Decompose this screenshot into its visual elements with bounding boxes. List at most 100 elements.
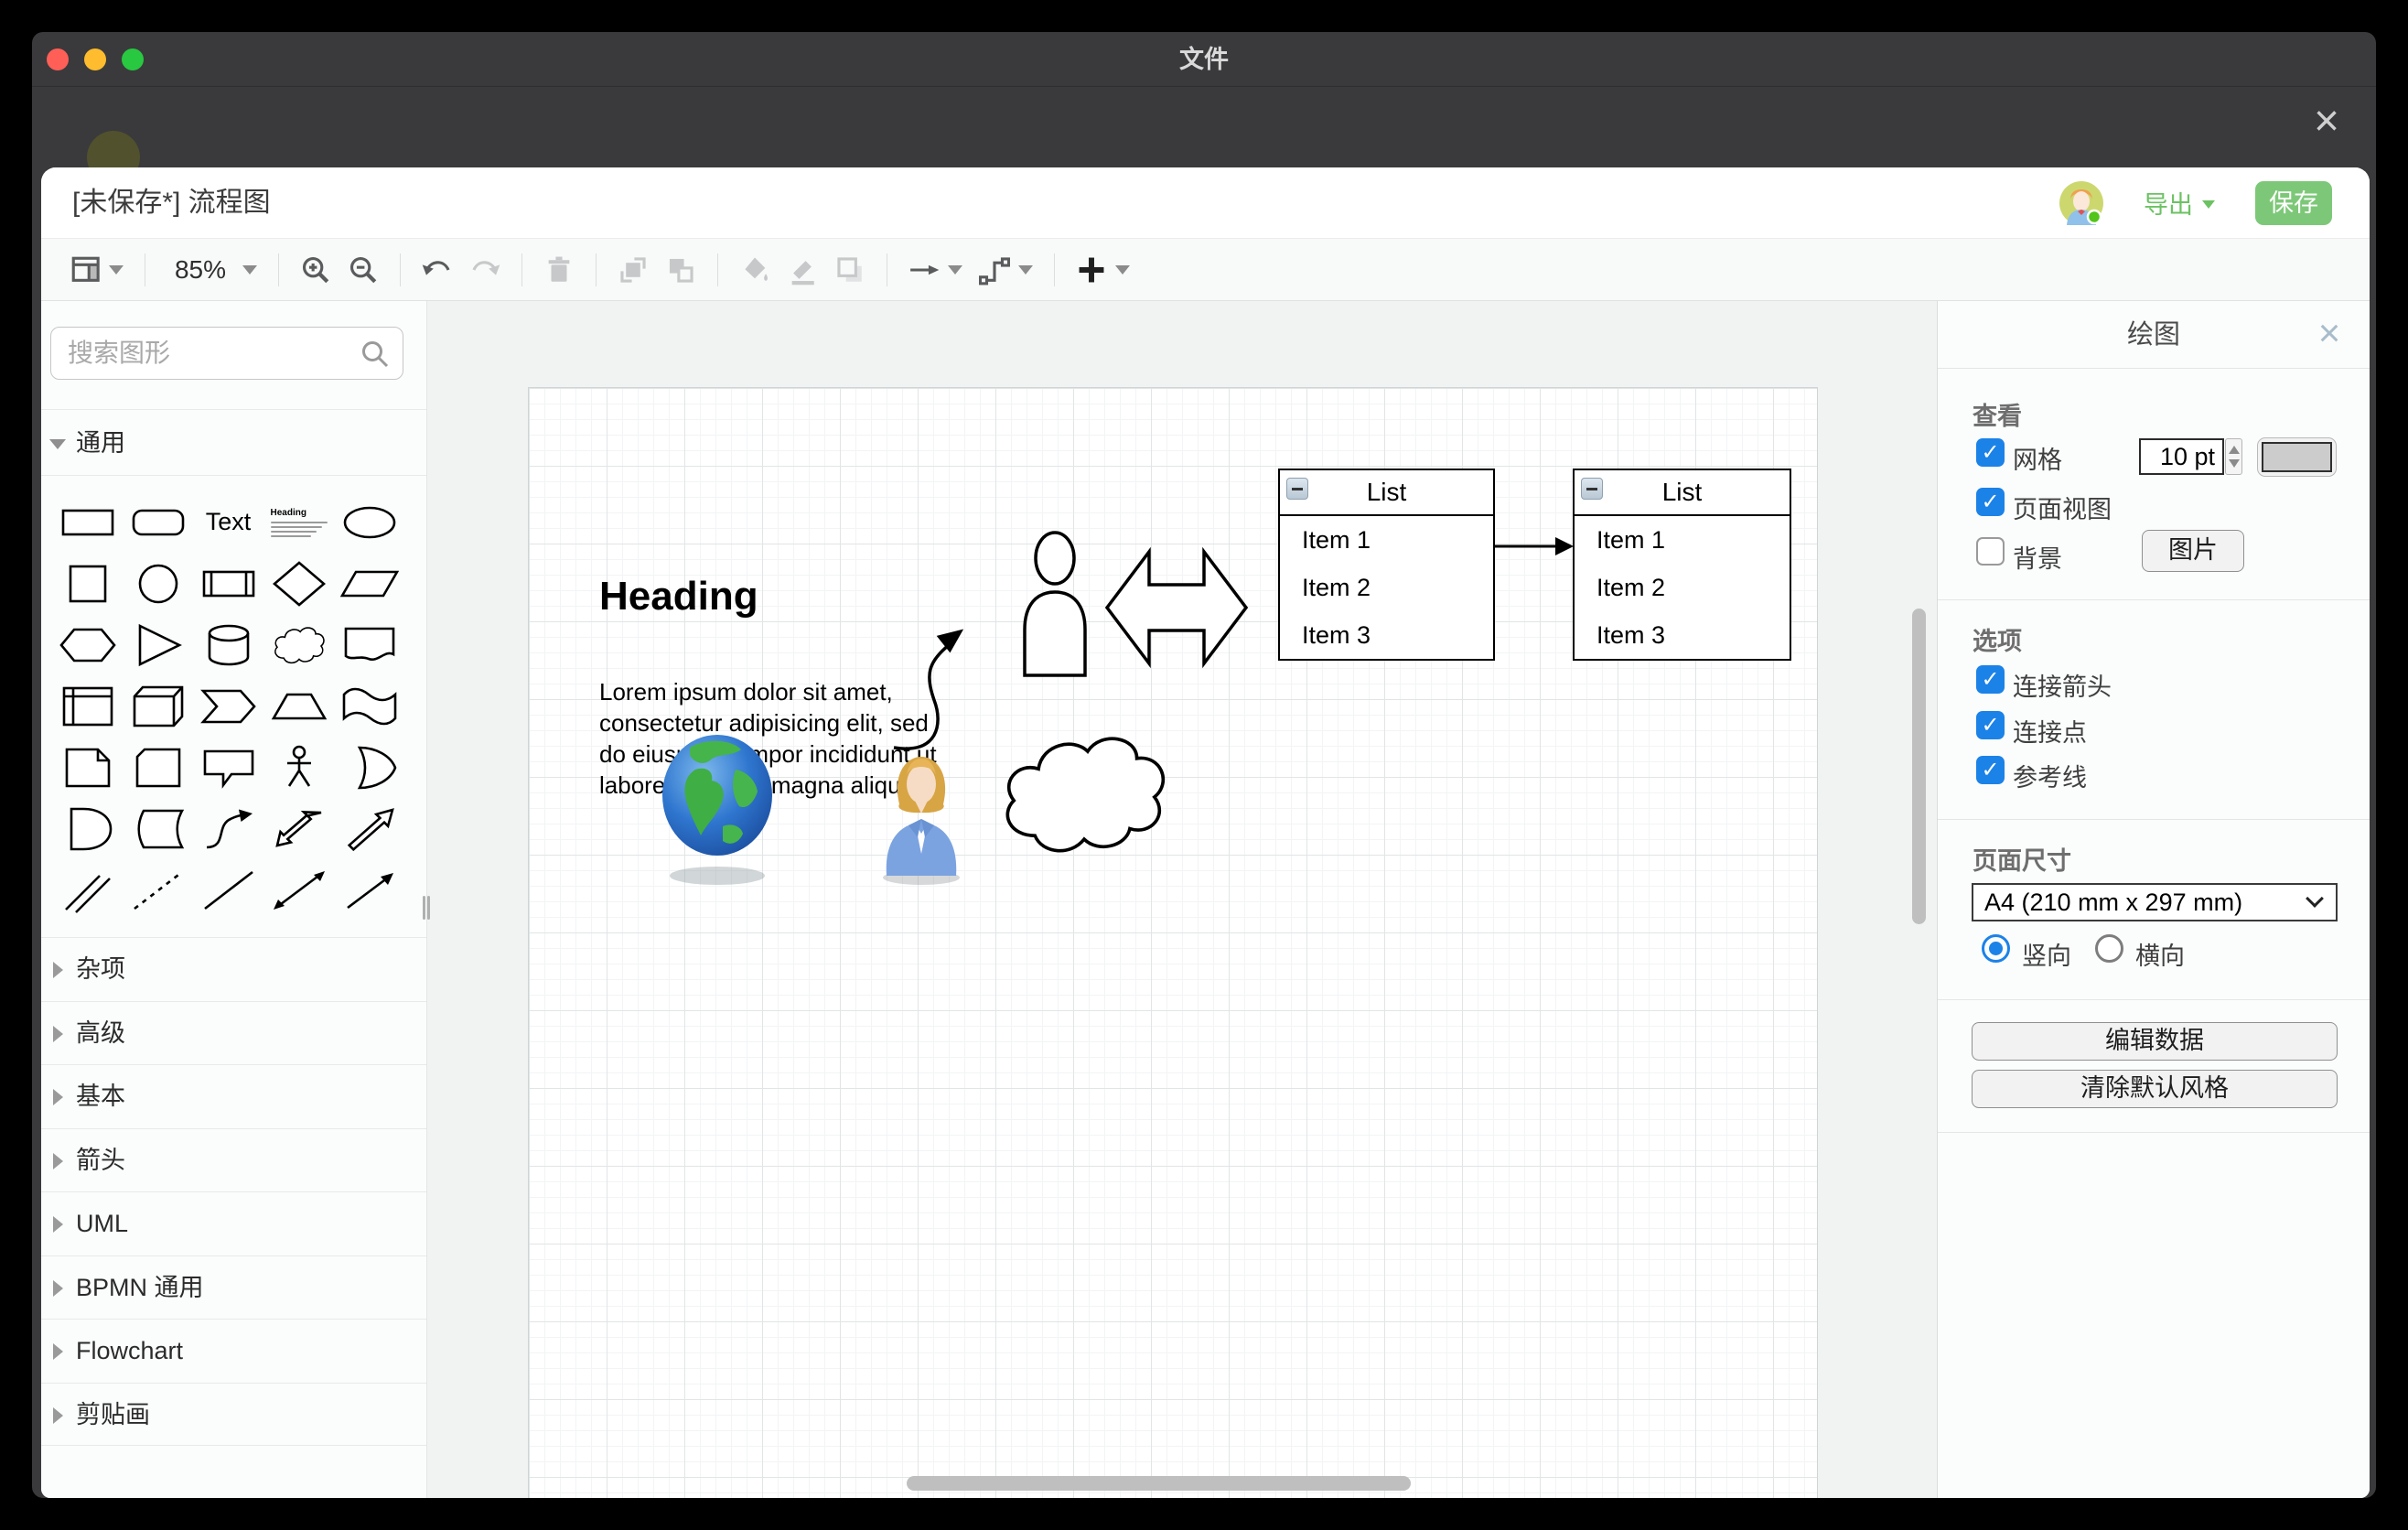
list-item[interactable]: Item 1 (1575, 516, 1790, 564)
list-item[interactable]: Item 3 (1280, 611, 1493, 659)
list-shape[interactable]: ListItem 1Item 2Item 3 (1573, 469, 1791, 661)
shape-or[interactable] (338, 741, 402, 794)
shape-actor[interactable] (267, 741, 331, 794)
sidebar-section-general[interactable]: 通用 (41, 409, 426, 476)
woman-clipart[interactable] (874, 746, 969, 887)
shape-cylinder[interactable] (197, 619, 261, 672)
curved-arrow-shape[interactable] (881, 614, 991, 760)
panel-close-icon[interactable]: × (2309, 312, 2349, 352)
double-arrow-shape[interactable] (1104, 532, 1249, 684)
sidebar-section-杂项[interactable]: 杂项 (41, 937, 426, 1001)
page-view-button[interactable] (70, 254, 124, 286)
vertical-scrollbar[interactable] (1912, 609, 1926, 924)
edit-data-button[interactable]: 编辑数据 (1972, 1022, 2338, 1061)
header-actions: 导出 保存 (2059, 167, 2332, 238)
save-button[interactable]: 保存 (2255, 181, 2332, 225)
list-item[interactable]: Item 2 (1280, 564, 1493, 611)
portrait-radio[interactable] (1982, 934, 2010, 963)
user-avatar[interactable] (2059, 181, 2103, 225)
shape-rectangle[interactable] (56, 496, 120, 549)
option-checkbox-1[interactable] (1976, 665, 2005, 694)
horizontal-scrollbar[interactable] (907, 1476, 1411, 1491)
shape-textbox[interactable]: Heading (267, 496, 331, 549)
insert-button[interactable] (1076, 254, 1130, 286)
shape-diamond[interactable] (267, 557, 331, 610)
shape-document[interactable] (338, 619, 402, 672)
grid-checkbox[interactable] (1976, 438, 2005, 467)
waypoint-style-button[interactable] (979, 254, 1033, 286)
clear-default-style-button[interactable]: 清除默认风格 (1972, 1070, 2338, 1108)
sidebar-section-箭头[interactable]: 箭头 (41, 1128, 426, 1192)
collapse-minus-icon[interactable] (1286, 478, 1308, 500)
shape-arrow[interactable] (338, 803, 402, 856)
grid-color-swatch[interactable] (2257, 437, 2337, 477)
page-view-checkbox[interactable] (1976, 488, 2005, 516)
sidebar-section-Flowchart[interactable]: Flowchart (41, 1319, 426, 1383)
shape-process[interactable] (197, 557, 261, 610)
person-shape[interactable] (1018, 526, 1091, 678)
sidebar-section-剪贴画[interactable]: 剪贴画 (41, 1383, 426, 1447)
shape-rounded-rectangle[interactable] (126, 496, 190, 549)
triangle-right-icon (53, 1026, 63, 1042)
shape-bidirectional-arrow[interactable] (267, 803, 331, 856)
sidebar-section-BPMN 通用[interactable]: BPMN 通用 (41, 1255, 426, 1320)
cloud-shape[interactable] (996, 726, 1172, 868)
shape-circle[interactable] (126, 557, 190, 610)
search-input[interactable] (68, 328, 351, 378)
sidebar-resize-handle[interactable] (421, 894, 432, 921)
shape-line[interactable] (197, 864, 261, 917)
shape-note[interactable] (56, 741, 120, 794)
close-icon[interactable]: × (2305, 102, 2349, 145)
list-shape[interactable]: ListItem 1Item 2Item 3 (1278, 469, 1495, 661)
earth-clipart[interactable] (659, 729, 776, 890)
shape-square[interactable] (56, 557, 120, 610)
shape-data-storage[interactable] (126, 803, 190, 856)
shape-ellipse[interactable] (338, 496, 402, 549)
sidebar-section-基本[interactable]: 基本 (41, 1064, 426, 1128)
grid-size-input[interactable] (2139, 438, 2224, 475)
option-checkbox-3[interactable] (1976, 756, 2005, 784)
toolbar-separator (1054, 253, 1055, 286)
portrait-label: 竖向 (2022, 936, 2071, 972)
shape-triangle[interactable] (126, 619, 190, 672)
shape-cube[interactable] (126, 680, 190, 733)
page-size-select[interactable]: A4 (210 mm x 297 mm) (1972, 883, 2338, 921)
sidebar-section-高级[interactable]: 高级 (41, 1001, 426, 1065)
list-item[interactable]: Item 2 (1575, 564, 1790, 611)
shape-step[interactable] (197, 680, 261, 733)
shape-text[interactable]: Text (197, 496, 261, 549)
shape-bidirectional-connector[interactable] (267, 864, 331, 917)
shape-hexagon[interactable] (56, 619, 120, 672)
export-button[interactable]: 导出 (2144, 185, 2215, 221)
landscape-radio[interactable] (2095, 934, 2123, 963)
shape-and[interactable] (56, 803, 120, 856)
background-image-button[interactable]: 图片 (2142, 530, 2244, 572)
connection-style-button[interactable] (908, 254, 962, 286)
background-checkbox[interactable] (1976, 537, 2005, 566)
option-checkbox-2[interactable] (1976, 711, 2005, 739)
shape-dashed-line[interactable] (126, 864, 190, 917)
list-connector-arrow[interactable] (1493, 532, 1575, 561)
undo-button[interactable] (422, 254, 453, 286)
shape-card[interactable] (126, 741, 190, 794)
canvas-heading-shape[interactable]: Heading (599, 574, 758, 620)
sidebar-section-UML[interactable]: UML (41, 1191, 426, 1255)
zoom-in-button[interactable] (300, 254, 331, 286)
list-item[interactable]: Item 1 (1280, 516, 1493, 564)
shape-cloud[interactable] (267, 619, 331, 672)
list-item[interactable]: Item 3 (1575, 611, 1790, 659)
shape-directional-connector[interactable] (338, 864, 402, 917)
shape-link[interactable] (56, 864, 120, 917)
shape-internal-storage[interactable] (56, 680, 120, 733)
shape-curve[interactable] (197, 803, 261, 856)
diagram-canvas[interactable]: Heading Lorem ipsum dolor sit amet, cons… (427, 301, 1937, 1498)
zoom-out-button[interactable] (348, 254, 379, 286)
shape-callout[interactable] (197, 741, 261, 794)
line-color-icon (787, 254, 818, 286)
collapse-minus-icon[interactable] (1581, 478, 1603, 500)
shape-parallelogram[interactable] (338, 557, 402, 610)
shape-tape[interactable] (338, 680, 402, 733)
grid-size-stepper[interactable] (2225, 438, 2242, 475)
shape-trapezoid[interactable] (267, 680, 331, 733)
zoom-level-button[interactable]: 85% (167, 255, 257, 285)
